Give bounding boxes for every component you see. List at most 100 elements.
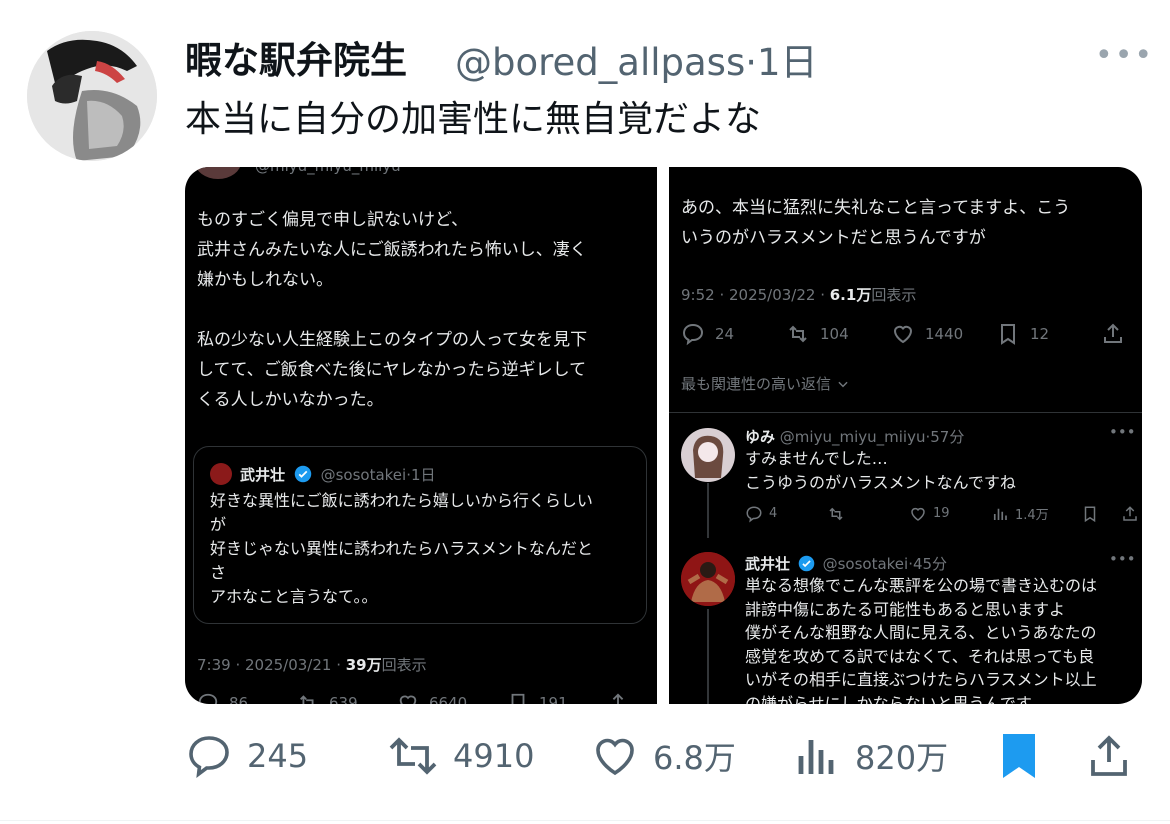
bookmark-stat: 191 (507, 692, 607, 704)
view-count: 820万 (855, 739, 949, 777)
media-image-left[interactable]: @miyu_miyu_miiyu ものすごく偏見で申し訳ないけど、 武井さんみた… (185, 167, 657, 704)
author-handle[interactable]: @bored_allpass (455, 41, 745, 84)
more-options-icon: ••• (1109, 550, 1136, 568)
share-icon (1104, 323, 1122, 343)
bookmark-button[interactable] (997, 732, 1041, 780)
reply-stat: 24 (681, 322, 786, 346)
post-body: あの、本当に猛烈に失礼なこと言ってますよ、こう いうのがハラスメントだと思うんで… (681, 198, 1071, 248)
post-meta: 7:39 · 2025/03/21 · 39万回表示 (197, 654, 427, 675)
author-handle-and-time[interactable]: @bored_allpass·1日 (455, 32, 818, 86)
bookmark-stat: 12 (996, 322, 1101, 346)
view-count: 6.1万 (829, 286, 872, 304)
view-suffix: 回表示 (871, 286, 917, 304)
post-timestamp: 7:39 · 2025/03/21 · (197, 656, 346, 674)
reply-text: すみませんでした… こうゆうのがハラスメントなんですね (745, 449, 1016, 492)
reply-sort-label: 最も関連性の高い返信 (681, 375, 832, 393)
views-button[interactable]: 820万 (795, 732, 948, 780)
reply-header: ゆみ @miyu_miyu_miiyu·57分 (745, 426, 964, 447)
quote-time: ·1日 (406, 466, 436, 484)
share-stat (607, 692, 629, 704)
media-image-right[interactable]: あの、本当に猛烈に失礼なこと言ってますよ、こう いうのがハラスメントだと思うんで… (669, 167, 1142, 704)
verified-badge-icon (294, 465, 312, 483)
avatar (681, 552, 735, 606)
quote-header: 武井壮 @sosotakei·1日 (240, 464, 436, 485)
quoted-tweet: 武井壮 @sosotakei·1日 好きな異性にご飯に誘われたら嬉しいから行くら… (193, 446, 647, 624)
bookmark-count: 12 (1030, 325, 1050, 343)
thread-line (707, 483, 709, 538)
post-body: ものすごく偏見で申し訳ないけど、 武井さんみたいな人にご飯誘われたら怖いし、凄く… (197, 210, 588, 410)
reply-count: 24 (715, 325, 735, 343)
retweet-stat: 104 (786, 322, 891, 346)
verified-badge-icon (798, 555, 815, 572)
like-stat: 6640 (397, 692, 507, 704)
view-suffix: 回表示 (381, 656, 427, 674)
retweet-stat: 639 (297, 692, 397, 704)
reply-time: ·45分 (908, 555, 948, 573)
thread-line (707, 609, 709, 704)
reply-icon (682, 323, 704, 346)
like-stat: 1440 (891, 322, 996, 346)
view-count: 1.4万 (1015, 508, 1049, 523)
reply-icon (189, 736, 229, 778)
divider (669, 412, 1142, 413)
heart-icon (399, 695, 417, 704)
view-count: 39万 (345, 656, 382, 674)
like-count: 1440 (925, 325, 964, 343)
like-count: 6640 (429, 694, 468, 704)
retweet-icon (389, 737, 437, 775)
share-button[interactable] (1085, 732, 1133, 780)
divider (0, 820, 1170, 821)
views-stat: 1.4万 (991, 504, 1081, 523)
reply-name: 武井壮 (745, 555, 791, 573)
heart-icon (893, 325, 913, 344)
bookmark-count: 191 (539, 694, 568, 704)
post-timestamp: 9:52 · 2025/03/22 · (681, 286, 830, 304)
avatar (681, 428, 735, 482)
reply-stat: 86 (197, 692, 297, 704)
views-icon (993, 508, 1007, 520)
share-stat (1121, 505, 1139, 523)
retweet-count: 104 (820, 325, 849, 343)
post-stats: 24 104 1440 12 (681, 322, 1125, 346)
reply-button[interactable]: 245 (185, 732, 308, 780)
share-icon (1123, 505, 1137, 521)
author-avatar[interactable] (27, 31, 157, 161)
reply-icon (746, 505, 762, 522)
bookmark-icon (1003, 734, 1035, 778)
like-button[interactable]: 6.8万 (591, 732, 736, 780)
retweet-button[interactable]: 4910 (385, 732, 534, 780)
bookmark-icon (1084, 506, 1096, 522)
retweet-icon (300, 695, 314, 704)
reply-icon (198, 693, 218, 704)
avatar (195, 167, 241, 179)
author-display-name[interactable]: 暇な駅弁院生 (185, 30, 407, 84)
like-count: 19 (933, 506, 950, 521)
retweet-stat (827, 505, 909, 523)
separator: · (745, 41, 757, 84)
retweet-icon (829, 507, 843, 520)
bookmark-icon (1001, 324, 1015, 345)
reply-handle: @sosotakei (822, 555, 909, 573)
quote-name: 武井壮 (240, 466, 286, 484)
avatar (210, 463, 232, 485)
tweet-actions: 245 4910 6.8万 820万 (185, 732, 1145, 782)
reply-text: 単なる想像でこんな悪評を公の場で書き込むのは 誹謗中傷にあたる可能性もあると思い… (745, 576, 1098, 704)
more-options-icon: ••• (1109, 423, 1136, 441)
quote-text: 好きな異性にご飯に誘われたら嬉しいから行くらしい が 好きじゃない異性に誘われた… (210, 491, 593, 606)
like-stat: 19 (909, 505, 991, 523)
reply-sort: 最も関連性の高い返信 (681, 373, 850, 394)
tweet-media[interactable]: @miyu_miyu_miiyu ものすごく偏見で申し訳ないけど、 武井さんみた… (185, 167, 1142, 704)
bookmark-icon (511, 693, 525, 704)
like-count: 6.8万 (653, 739, 736, 777)
reply-time: ·57分 (925, 428, 965, 446)
views-icon (798, 740, 834, 774)
reply-stats: 4 19 1.4万 (745, 504, 1139, 523)
reply-count: 86 (229, 694, 249, 704)
more-options-icon[interactable]: ••• (1095, 38, 1154, 73)
reply-name: ゆみ (745, 428, 776, 446)
share-icon (612, 693, 624, 704)
reply-header: 武井壮 @sosotakei·45分 (745, 553, 947, 574)
chevron-down-icon (838, 381, 848, 388)
post-time[interactable]: 1日 (757, 41, 818, 84)
retweet-icon (789, 325, 807, 343)
